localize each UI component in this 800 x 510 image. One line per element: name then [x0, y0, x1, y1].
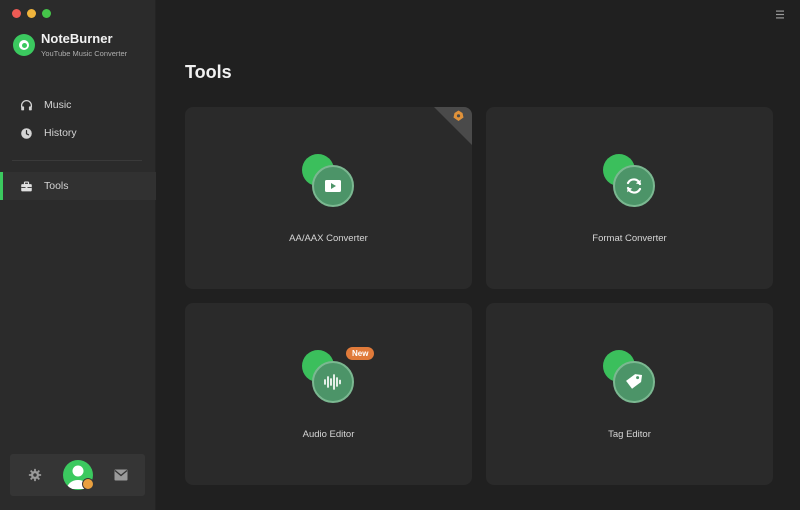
mail-icon[interactable]	[114, 469, 128, 481]
sidebar-item-history[interactable]: History	[0, 119, 156, 147]
toolbox-icon	[21, 180, 32, 191]
sidebar-item-music[interactable]: Music	[0, 91, 156, 119]
tool-card-audio-editor[interactable]: New Audio Editor	[185, 303, 472, 485]
tag-icon	[626, 374, 643, 389]
settings-gear-icon[interactable]	[28, 468, 42, 482]
sidebar-item-label: Music	[44, 99, 72, 111]
headphones-icon	[20, 99, 33, 110]
window-controls	[12, 9, 51, 18]
tool-icon-group	[302, 154, 358, 210]
sidebar-divider	[12, 160, 142, 161]
tool-card-aa-aax-converter[interactable]: AA/AAX Converter	[185, 107, 472, 289]
pro-corner-badge	[434, 107, 472, 145]
tool-icon-group	[603, 154, 659, 210]
tool-card-tag-editor[interactable]: Tag Editor	[486, 303, 773, 485]
tool-card-label: Tag Editor	[608, 429, 651, 440]
waveform-icon	[324, 374, 341, 390]
premium-badge-icon	[82, 478, 94, 490]
sidebar-item-label: History	[44, 127, 77, 139]
sidebar: NoteBurner YouTube Music Converter Music…	[0, 0, 156, 510]
app-brand: NoteBurner YouTube Music Converter	[13, 32, 127, 58]
sidebar-item-tools[interactable]: Tools	[0, 172, 156, 200]
app-name: NoteBurner	[41, 31, 113, 46]
sidebar-bottom-bar	[10, 454, 145, 496]
tool-icon-group	[603, 350, 659, 406]
menu-icon[interactable]	[776, 10, 784, 19]
clock-icon	[21, 127, 32, 139]
new-badge: New	[346, 347, 375, 360]
maximize-window-button[interactable]	[42, 9, 51, 18]
app-subtitle: YouTube Music Converter	[41, 49, 128, 58]
refresh-icon	[626, 178, 642, 194]
page-title: Tools	[185, 62, 232, 82]
tool-card-label: Format Converter	[592, 233, 667, 244]
tool-card-format-converter[interactable]: Format Converter	[486, 107, 773, 289]
video-icon	[325, 180, 341, 192]
sidebar-item-label: Tools	[44, 180, 69, 192]
minimize-window-button[interactable]	[27, 9, 36, 18]
app-logo-icon	[13, 34, 35, 56]
tool-card-label: AA/AAX Converter	[289, 233, 368, 244]
close-window-button[interactable]	[12, 9, 21, 18]
tool-card-label: Audio Editor	[302, 429, 355, 440]
